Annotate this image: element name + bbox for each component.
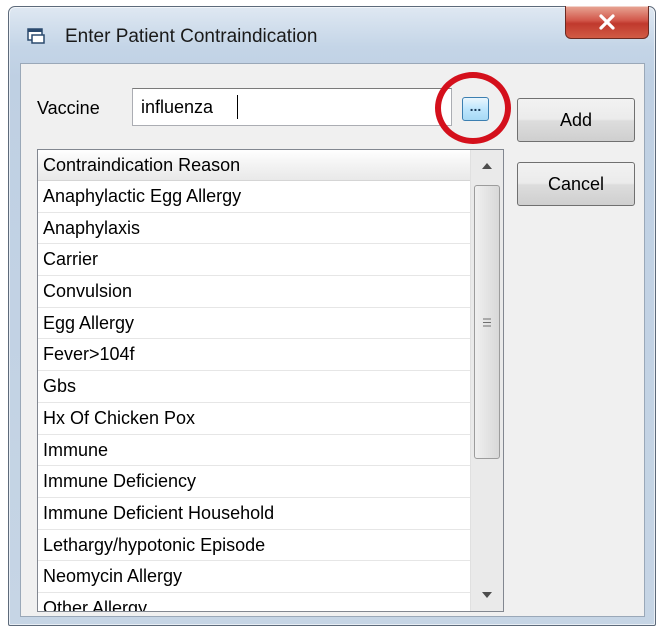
list-item[interactable]: Convulsion xyxy=(38,276,470,308)
scroll-up-button[interactable] xyxy=(471,150,503,182)
scroll-down-arrow-icon xyxy=(482,592,492,598)
list-item[interactable]: Hx Of Chicken Pox xyxy=(38,403,470,435)
list-item[interactable]: Neomycin Allergy xyxy=(38,561,470,593)
scroll-grip-icon xyxy=(483,318,491,326)
list-item[interactable]: Other Allergy xyxy=(38,593,470,611)
list-item[interactable]: Gbs xyxy=(38,371,470,403)
list-item[interactable]: Immune Deficient Household xyxy=(38,498,470,530)
list-item[interactable]: Egg Allergy xyxy=(38,308,470,340)
contraindication-listbox[interactable]: Contraindication Reason Anaphylactic Egg… xyxy=(37,149,504,612)
vaccine-lookup-button[interactable]: ... xyxy=(462,97,489,121)
list-item[interactable]: Anaphylactic Egg Allergy xyxy=(38,181,470,213)
title-bar[interactable]: Enter Patient Contraindication xyxy=(9,6,655,63)
list-item[interactable]: Anaphylaxis xyxy=(38,213,470,245)
vertical-scrollbar[interactable] xyxy=(470,150,503,611)
window-title: Enter Patient Contraindication xyxy=(65,26,318,47)
add-button[interactable]: Add xyxy=(517,98,635,142)
scroll-thumb[interactable] xyxy=(474,185,500,459)
scroll-up-arrow-icon xyxy=(482,163,492,169)
window-form-icon xyxy=(27,28,45,44)
list-item[interactable]: Fever>104f xyxy=(38,339,470,372)
list-item[interactable]: Immune Deficiency xyxy=(38,466,470,498)
cancel-button[interactable]: Cancel xyxy=(517,162,635,206)
close-icon xyxy=(599,14,615,30)
list-column-header[interactable]: Contraindication Reason xyxy=(38,150,470,181)
vaccine-input[interactable] xyxy=(132,88,452,126)
list-item[interactable]: Carrier xyxy=(38,244,470,277)
contraindication-list: Anaphylactic Egg Allergy Anaphylaxis Car… xyxy=(38,181,470,611)
dialog-client-area: Vaccine ... Add Cancel Contraindication … xyxy=(20,63,645,617)
list-item[interactable]: Lethargy/hypotonic Episode xyxy=(38,530,470,562)
close-button[interactable] xyxy=(565,6,649,39)
text-caret xyxy=(237,95,238,119)
vaccine-label: Vaccine xyxy=(37,98,100,118)
dialog-window: Enter Patient Contraindication Vaccine .… xyxy=(8,6,656,626)
list-item[interactable]: Immune xyxy=(38,435,470,467)
scroll-down-button[interactable] xyxy=(471,579,503,611)
